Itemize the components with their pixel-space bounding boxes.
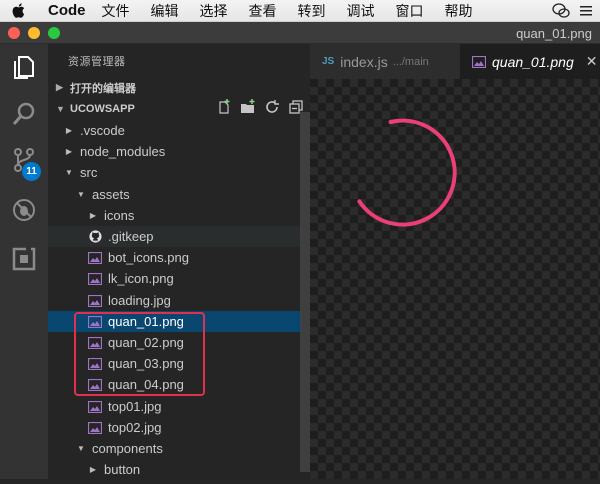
tree-item-icons[interactable]: ▶ icons: [48, 205, 302, 226]
image-preview-area: [310, 79, 600, 479]
editor-tabs: JS index.js .../main quan_01.png ✕: [310, 44, 600, 79]
chevron-right-icon: ▶: [65, 147, 73, 156]
menu-edit[interactable]: 编辑: [151, 1, 179, 21]
tree-item-label: assets: [92, 187, 130, 202]
chevron-right-icon: ▶: [89, 211, 97, 220]
tab-index-js[interactable]: JS index.js .../main: [310, 44, 460, 79]
image-file-icon: [88, 421, 102, 435]
search-icon[interactable]: [0, 94, 48, 134]
tree-item-label: loading.jpg: [108, 293, 171, 308]
minimize-window-button[interactable]: [28, 27, 40, 39]
tree-item-label: top01.jpg: [108, 399, 162, 414]
annotation-highlight-box: [74, 312, 205, 396]
tree-item-label: button: [104, 462, 141, 477]
tree-item-label: src: [80, 165, 98, 180]
scm-changes-badge: 11: [22, 162, 41, 181]
tree-item-label: components: [92, 441, 163, 456]
image-file-icon: [88, 251, 102, 265]
open-editors-label: 打开的编辑器: [70, 82, 136, 95]
tree-item-button[interactable]: ▶ button: [48, 459, 302, 479]
list-status-icon[interactable]: [578, 2, 594, 23]
tree-item-label: lk_icon.png: [108, 271, 174, 286]
tree-item-label: top02.jpg: [108, 420, 162, 435]
image-file-icon: [88, 272, 102, 286]
tree-item-label: .vscode: [80, 123, 125, 138]
sidebar-scrollbar[interactable]: [300, 112, 310, 472]
tree-item-label: .gitkeep: [108, 229, 154, 244]
github-icon: [88, 230, 102, 244]
project-label: UCOWSAPP: [70, 102, 135, 115]
extensions-icon[interactable]: [0, 239, 48, 279]
tree-item-node-modules[interactable]: ▶ node_modules: [48, 141, 302, 162]
tab-quan-01-png[interactable]: quan_01.png ✕: [460, 44, 600, 79]
chevron-down-icon: ▼: [77, 190, 85, 199]
chevron-right-icon: ▶: [56, 82, 63, 92]
tree-item-vscode[interactable]: ▶ .vscode: [48, 120, 302, 141]
image-file-icon: [88, 400, 102, 414]
tree-item-lk-icon[interactable]: lk_icon.png: [48, 268, 302, 289]
maximize-window-button[interactable]: [48, 27, 60, 39]
tree-item-label: node_modules: [80, 144, 166, 159]
tab-label: index.js: [340, 53, 388, 70]
window-title-bar: quan_01.png: [0, 22, 600, 44]
chevron-down-icon: ▼: [77, 444, 85, 453]
new-folder-icon[interactable]: [240, 99, 256, 118]
tab-path: .../main: [392, 55, 429, 68]
loading-spinner-image: [357, 118, 457, 227]
open-editors-section[interactable]: ▶ 打开的编辑器: [48, 77, 310, 98]
tree-item-label: icons: [104, 208, 135, 223]
apple-icon[interactable]: [12, 3, 28, 18]
explorer-title: 资源管理器: [68, 56, 126, 68]
close-tab-icon[interactable]: ✕: [586, 53, 598, 70]
tree-item-top02[interactable]: top02.jpg: [48, 417, 302, 438]
tree-item-src[interactable]: ▼ src: [48, 162, 302, 183]
chevron-down-icon: ▼: [56, 103, 65, 114]
tree-item-bot-icons[interactable]: bot_icons.png: [48, 247, 302, 268]
new-file-icon[interactable]: [216, 99, 232, 118]
image-file-icon: [88, 294, 102, 308]
menu-go[interactable]: 转到: [298, 1, 326, 21]
chevron-right-icon: ▶: [89, 465, 97, 474]
explorer-icon[interactable]: [0, 48, 48, 88]
tree-item-top01[interactable]: top01.jpg: [48, 396, 302, 417]
activity-bar: 11: [0, 44, 48, 479]
tree-item-loading[interactable]: loading.jpg: [48, 290, 302, 311]
menu-selection[interactable]: 选择: [200, 1, 228, 21]
menu-file[interactable]: 文件: [102, 1, 130, 21]
tree-item-label: bot_icons.png: [108, 250, 189, 265]
close-window-button[interactable]: [8, 27, 20, 39]
tab-label: quan_01.png: [492, 53, 574, 70]
tree-item-gitkeep[interactable]: .gitkeep: [48, 226, 302, 247]
explorer-sidebar: 资源管理器 ▶ 打开的编辑器 ▼ UCOWSAPP ▶ .vscode ▶ no…: [48, 44, 310, 479]
debug-icon[interactable]: [0, 190, 48, 230]
menu-debug[interactable]: 调试: [347, 1, 375, 21]
tree-item-assets[interactable]: ▼ assets: [48, 184, 302, 205]
menu-view[interactable]: 查看: [249, 1, 277, 21]
menu-window[interactable]: 窗口: [396, 1, 424, 21]
js-file-icon: JS: [322, 56, 335, 67]
window-title: quan_01.png: [516, 26, 592, 41]
app-menu-code[interactable]: Code: [48, 2, 86, 19]
chevron-down-icon: ▼: [65, 168, 73, 177]
chevron-right-icon: ▶: [65, 126, 73, 135]
project-section[interactable]: ▼ UCOWSAPP: [48, 98, 310, 119]
tree-item-components[interactable]: ▼ components: [48, 438, 302, 459]
wechat-status-icon[interactable]: [552, 2, 570, 23]
refresh-icon[interactable]: [264, 99, 280, 118]
menu-help[interactable]: 帮助: [445, 1, 473, 21]
menu-bar: Code 文件 编辑 选择 查看 转到 调试 窗口 帮助: [0, 0, 600, 22]
image-file-icon: [472, 55, 486, 69]
